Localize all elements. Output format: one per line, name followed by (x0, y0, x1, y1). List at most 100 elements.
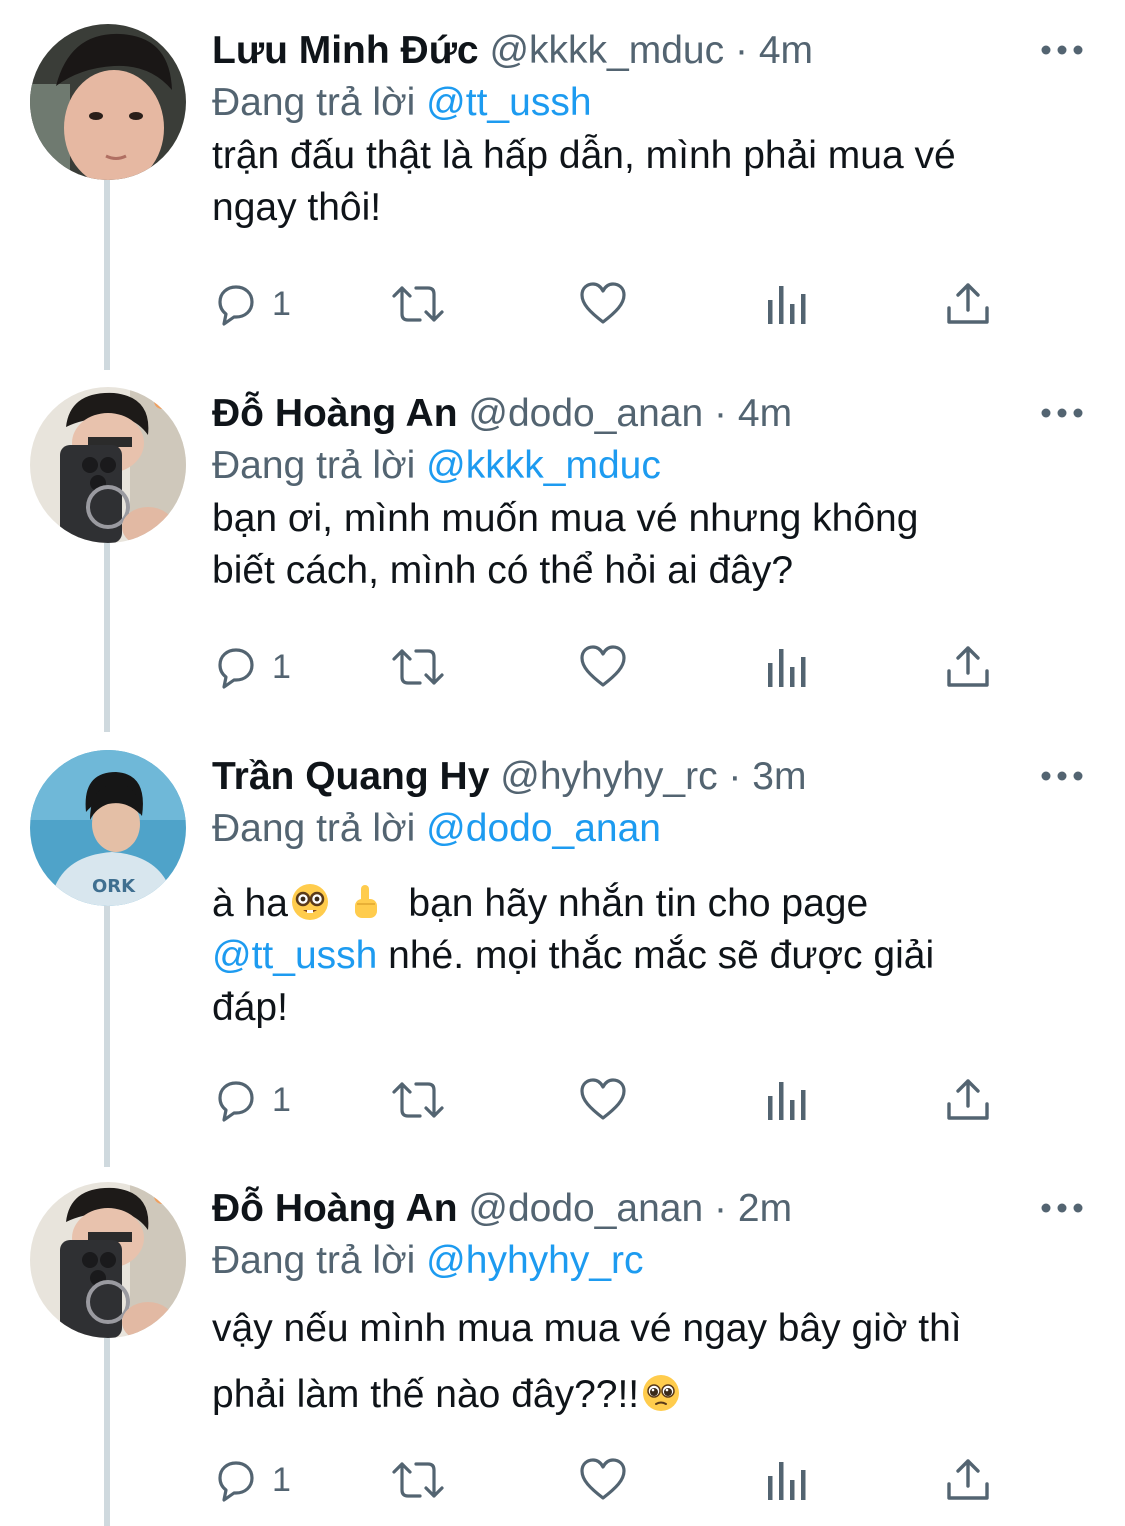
svg-text:ORK: ORK (92, 876, 136, 897)
replying-label: Đang trả lời (212, 807, 416, 850)
display-name[interactable]: Đỗ Hoàng An (212, 1187, 458, 1230)
replying-to: Đang trả lời @dodo_anan (212, 804, 661, 854)
avatar[interactable] (30, 1182, 186, 1338)
reply-button[interactable]: 1 (212, 276, 291, 332)
display-name[interactable]: Đỗ Hoàng An (212, 392, 458, 435)
share-button[interactable] (944, 1452, 992, 1508)
user-handle[interactable]: @kkkk_mduc (489, 29, 724, 72)
tweet-header: Lưu Minh Đức @kkkk_mduc · 4m (212, 26, 813, 76)
display-name[interactable]: Trần Quang Hy (212, 755, 489, 798)
retweet-button[interactable] (388, 276, 448, 332)
tweet-text-line: vậy nếu mình mua mua vé ngay bây giờ thì (212, 1307, 962, 1350)
reply-icon (218, 648, 254, 689)
replying-label: Đang trả lời (212, 444, 416, 487)
tweet-mention[interactable]: @tt_ussh (212, 934, 377, 977)
user-handle[interactable]: @dodo_anan (468, 1187, 703, 1230)
tweet-text-line: trận đấu thật là hấp dẫn, mình phải mua … (212, 134, 956, 177)
heart-icon (580, 645, 626, 687)
retweet-button[interactable] (388, 1452, 448, 1508)
views-button[interactable] (764, 1452, 808, 1508)
more-horizontal-icon[interactable] (1040, 42, 1084, 58)
reply-icon (218, 1461, 254, 1502)
like-button[interactable] (578, 276, 628, 332)
share-button[interactable] (944, 276, 992, 332)
tweet-text: bạn ơi, mình muốn mua vé nhưng không biế… (212, 493, 1092, 597)
tweet[interactable]: Đỗ Hoàng An @dodo_anan · 2m Đang trả lời… (0, 1166, 1125, 1526)
share-button[interactable] (944, 1072, 992, 1128)
separator-dot: · (734, 29, 748, 72)
more-horizontal-icon[interactable] (1040, 405, 1084, 421)
like-button[interactable] (578, 1072, 628, 1128)
reply-button[interactable]: 1 (212, 639, 291, 695)
user-handle[interactable]: @hyhyhy_rc (500, 755, 717, 798)
tweet-text-segment: nhé. mọi thắc mắc sẽ được giải (377, 934, 935, 977)
reply-count: 1 (272, 284, 291, 323)
tweet-text-segment: phải làm thế nào đây??!! (212, 1373, 640, 1416)
separator-dot: · (728, 755, 742, 798)
tweet[interactable]: Đỗ Hoàng An @dodo_anan · 4m Đang trả lời… (0, 371, 1125, 726)
like-button[interactable] (578, 1452, 628, 1508)
reply-count: 1 (272, 1080, 291, 1119)
action-bar: 1 (212, 639, 1012, 695)
avatar[interactable] (30, 387, 186, 543)
tweet-text-line: đáp! (212, 986, 288, 1029)
action-bar: 1 (212, 276, 1012, 332)
more-horizontal-icon[interactable] (1040, 768, 1084, 784)
user-handle[interactable]: @dodo_anan (468, 392, 703, 435)
tweet-text: à ha bạn hãy nhắn tin cho page @tt_ussh … (212, 878, 1092, 1034)
tweet-text: trận đấu thật là hấp dẫn, mình phải mua … (212, 130, 1092, 234)
timestamp[interactable]: 4m (759, 29, 813, 72)
views-icon (768, 1082, 806, 1120)
avatar[interactable]: ORK (30, 750, 186, 906)
replying-to: Đang trả lời @hyhyhy_rc (212, 1236, 644, 1286)
retweet-button[interactable] (388, 1072, 448, 1128)
replying-label: Đang trả lời (212, 81, 416, 124)
separator-dot: · (714, 392, 728, 435)
heart-icon (580, 1458, 626, 1500)
replying-to: Đang trả lời @kkkk_mduc (212, 441, 661, 491)
timestamp[interactable]: 3m (752, 755, 806, 798)
retweet-button[interactable] (388, 639, 448, 695)
share-icon (947, 1459, 989, 1500)
tweet-header: Đỗ Hoàng An @dodo_anan · 4m (212, 389, 792, 439)
retweet-icon (392, 1462, 444, 1498)
views-button[interactable] (764, 1072, 808, 1128)
reply-count: 1 (272, 1460, 291, 1499)
tweet-text-line: biết cách, mình có thể hỏi ai đây? (212, 549, 794, 592)
views-button[interactable] (764, 276, 808, 332)
views-icon (768, 649, 806, 687)
display-name[interactable]: Lưu Minh Đức (212, 29, 479, 72)
timestamp[interactable]: 2m (738, 1187, 792, 1230)
avatar[interactable] (30, 24, 186, 180)
more-horizontal-icon[interactable] (1040, 1200, 1084, 1216)
reply-count: 1 (272, 647, 291, 686)
tweet[interactable]: ORK Trần Quang Hy @hyhyhy_rc · 3m Đang t… (0, 734, 1125, 1164)
retweet-icon (392, 649, 444, 685)
replying-to: Đang trả lời @tt_ussh (212, 78, 592, 128)
tweet-header: Trần Quang Hy @hyhyhy_rc · 3m (212, 752, 806, 802)
replying-mention[interactable]: @hyhyhy_rc (426, 1239, 643, 1282)
tweet-text-line: ngay thôi! (212, 186, 382, 229)
share-icon (947, 646, 989, 687)
index-pointing-up-emoji-icon (354, 885, 377, 918)
retweet-icon (392, 1082, 444, 1118)
share-icon (947, 1079, 989, 1120)
reply-button[interactable]: 1 (212, 1452, 291, 1508)
heart-icon (580, 282, 626, 324)
replying-mention[interactable]: @dodo_anan (426, 807, 661, 850)
replying-mention[interactable]: @kkkk_mduc (426, 444, 661, 487)
tweet-text-segment: à ha (212, 882, 288, 925)
tweet[interactable]: Lưu Minh Đức @kkkk_mduc · 4m Đang trả lờ… (0, 8, 1125, 363)
replying-label: Đang trả lời (212, 1239, 416, 1282)
heart-icon (580, 1078, 626, 1120)
share-button[interactable] (944, 639, 992, 695)
action-bar: 1 (212, 1452, 1012, 1508)
reply-button[interactable]: 1 (212, 1072, 291, 1128)
tweet-text-line: @tt_ussh nhé. mọi thắc mắc sẽ được giải (212, 930, 1092, 982)
views-icon (768, 286, 806, 324)
like-button[interactable] (578, 639, 628, 695)
replying-mention[interactable]: @tt_ussh (426, 81, 591, 124)
views-icon (768, 1462, 806, 1500)
timestamp[interactable]: 4m (738, 392, 792, 435)
views-button[interactable] (764, 639, 808, 695)
